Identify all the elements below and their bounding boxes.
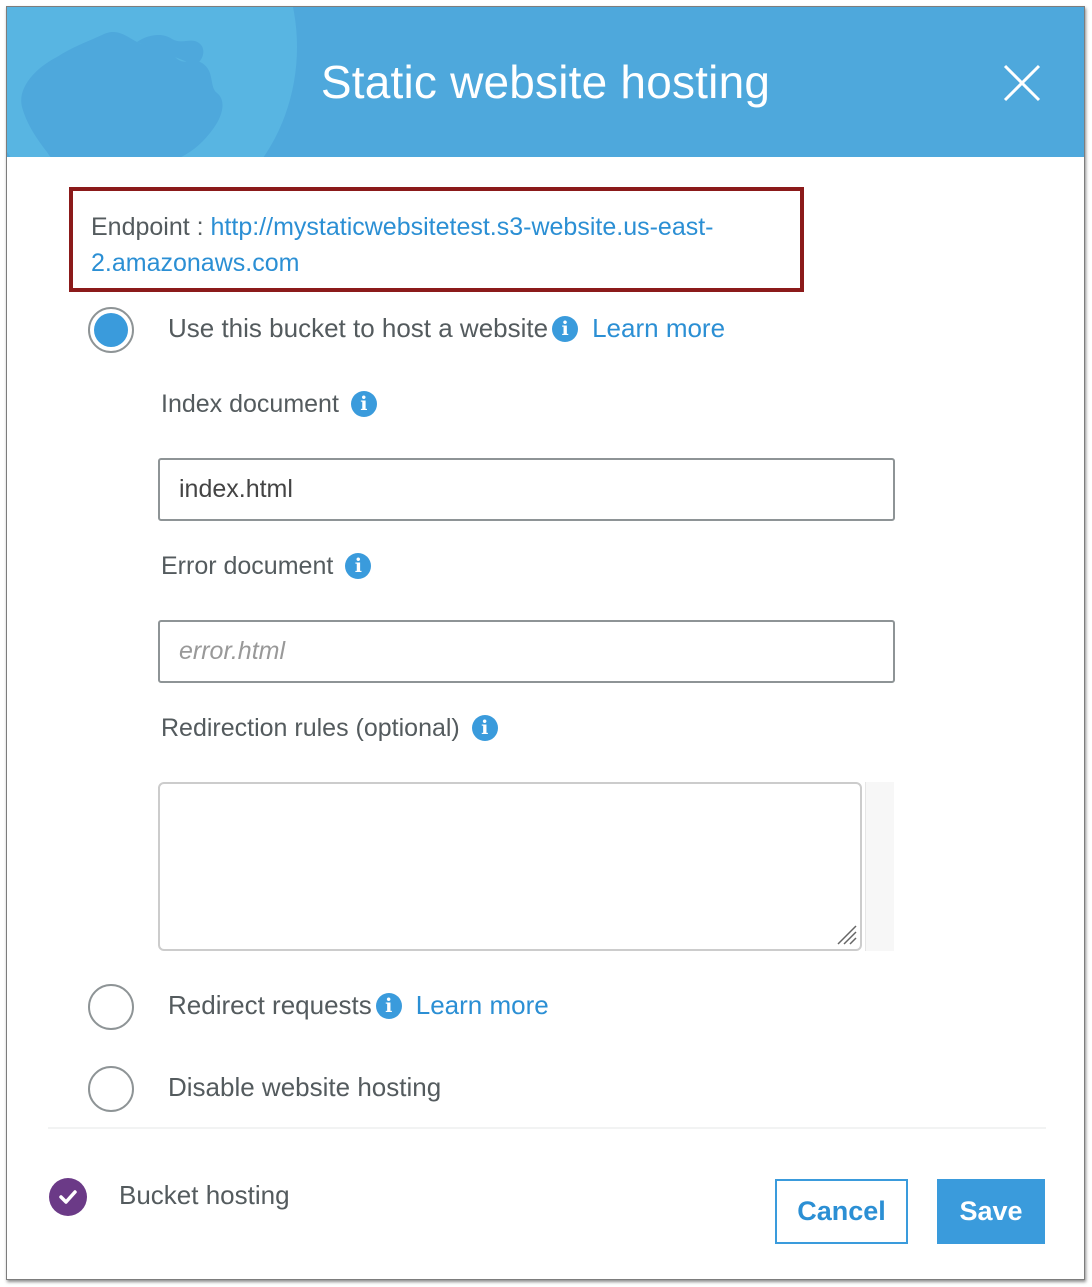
option-label: Use this bucket to host a website xyxy=(168,313,549,343)
save-button[interactable]: Save xyxy=(937,1179,1045,1244)
index-document-input[interactable] xyxy=(158,458,895,521)
option-use-bucket-host-website: Use this bucket to host a website i Learn … xyxy=(168,313,725,344)
info-icon[interactable]: i xyxy=(375,993,402,1019)
radio-use-bucket-host-website[interactable] xyxy=(88,307,134,353)
status-text: Bucket hosting xyxy=(119,1179,290,1210)
close-button[interactable] xyxy=(1002,63,1042,103)
index-document-label: Index document i xyxy=(161,390,377,419)
option-label: Redirect requests xyxy=(168,990,372,1020)
bucket-hosting-status: Bucket hosting xyxy=(49,1177,290,1217)
info-icon[interactable]: i xyxy=(345,553,372,579)
close-icon xyxy=(1003,64,1041,102)
endpoint-highlight-box: Endpoint : http://mystaticwebsitetest.s3… xyxy=(69,187,804,292)
check-circle-icon xyxy=(49,1178,87,1216)
learn-more-link[interactable]: Learn more xyxy=(416,990,549,1020)
textarea-scrollbar[interactable] xyxy=(865,782,894,951)
info-icon[interactable]: i xyxy=(552,316,579,342)
error-document-label-text: Error document xyxy=(161,552,334,580)
footer-divider xyxy=(48,1127,1046,1129)
info-icon[interactable]: i xyxy=(350,391,377,417)
error-document-input[interactable] xyxy=(158,620,895,683)
redirection-rules-label: Redirection rules (optional) i xyxy=(161,714,498,743)
resize-handle-icon[interactable] xyxy=(834,922,858,946)
dialog-title: Static website hosting xyxy=(320,56,771,108)
info-icon[interactable]: i xyxy=(471,715,498,741)
redirection-rules-field xyxy=(158,782,894,952)
redirection-rules-textarea[interactable] xyxy=(158,782,862,951)
error-document-label: Error document i xyxy=(161,552,372,581)
option-redirect-requests: Redirect requests i Learn more xyxy=(168,990,549,1021)
option-disable-website-hosting: Disable website hosting xyxy=(168,1072,442,1102)
redirection-rules-label-text: Redirection rules (optional) xyxy=(161,714,460,742)
endpoint-label: Endpoint : xyxy=(91,213,211,241)
radio-redirect-requests[interactable] xyxy=(88,984,134,1030)
static-website-hosting-dialog: Static website hosting Endpoint : http:/… xyxy=(6,6,1085,1280)
index-document-label-text: Index document xyxy=(161,390,339,418)
learn-more-link[interactable]: Learn more xyxy=(592,313,725,343)
cancel-button[interactable]: Cancel xyxy=(775,1179,908,1244)
dialog-header: Static website hosting xyxy=(7,7,1084,157)
radio-disable-website-hosting[interactable] xyxy=(88,1066,134,1112)
